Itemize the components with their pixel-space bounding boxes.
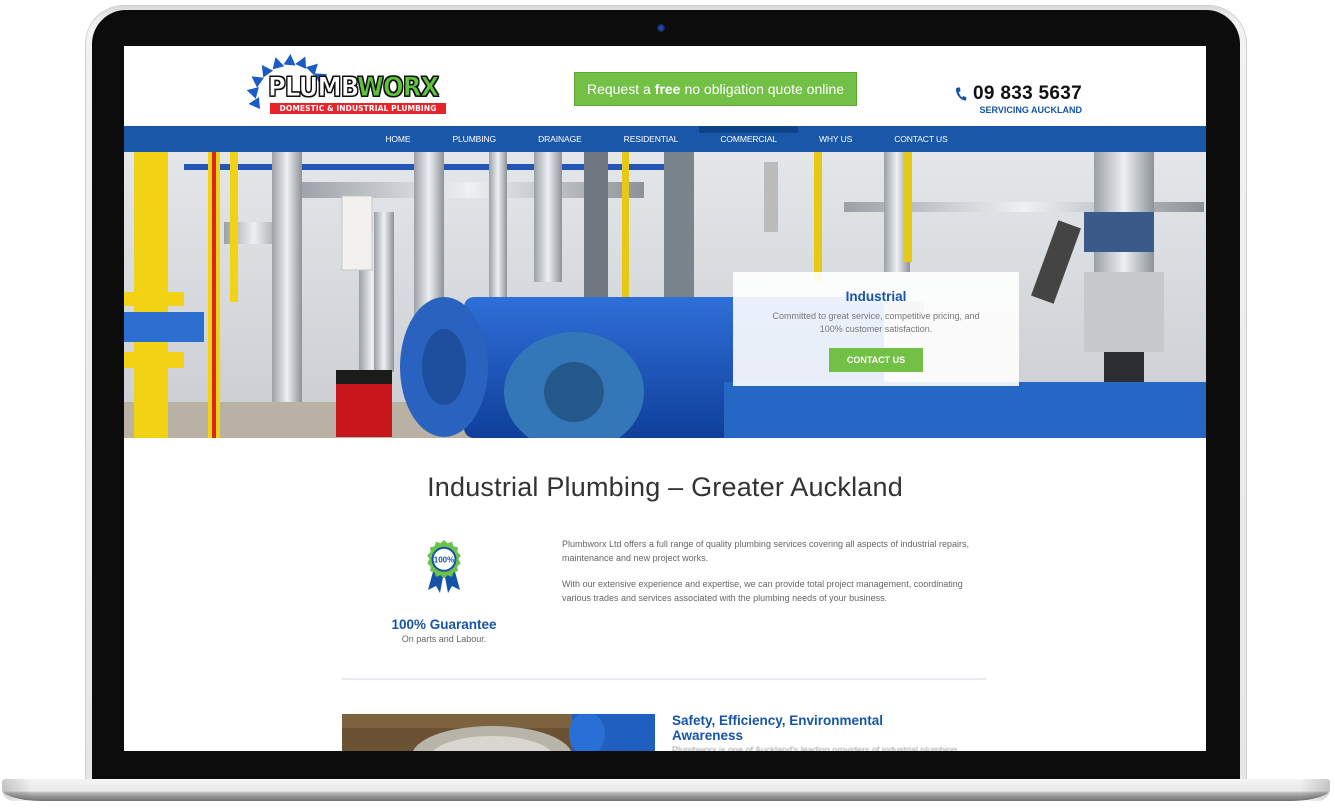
hero-banner: Industrial Committed to great service, c…	[124, 152, 1206, 438]
intro-paragraph: Plumbworx Ltd offers a full range of qua…	[562, 539, 970, 563]
intro-text: Plumbworx Ltd offers a full range of qua…	[562, 537, 982, 605]
award-ribbon-icon: 100%	[427, 540, 461, 593]
intro-paragraph: With our extensive experience and expert…	[562, 579, 963, 603]
request-quote-button[interactable]: Request a free no obligation quote onlin…	[574, 72, 857, 106]
feature-title: Safety, Efficiency, Environmental Awaren…	[672, 713, 884, 743]
badge-percent-text: 100%	[434, 555, 454, 564]
webcam-icon	[657, 24, 665, 32]
guarantee-block: 100% 100% Guarantee On parts and Labour.	[368, 538, 520, 644]
hero-title: Industrial	[845, 289, 907, 304]
main-nav: HOME PLUMBING DRAINAGE RESIDENTIAL COMME…	[124, 126, 1206, 152]
nav-item-residential[interactable]: RESIDENTIAL	[603, 126, 700, 152]
page-title: Industrial Plumbing – Greater Auckland	[427, 472, 903, 502]
hero-plant-room-image	[124, 152, 1206, 438]
logo-wordmark: PLUMBWORX	[268, 72, 440, 103]
laptop-base	[2, 779, 1330, 801]
hero-description: Committed to great service, competitive …	[772, 311, 980, 334]
phone-icon	[955, 87, 967, 101]
logo-tagline: DOMESTIC & INDUSTRIAL PLUMBING	[270, 103, 446, 114]
hero-card: Industrial Committed to great service, c…	[733, 272, 1019, 386]
website-screen: PLUMBWORX DOMESTIC & INDUSTRIAL PLUMBING…	[124, 46, 1206, 751]
plumbworx-logo[interactable]: PLUMBWORX DOMESTIC & INDUSTRIAL PLUMBING	[244, 53, 449, 120]
guarantee-subtitle: On parts and Labour.	[401, 634, 487, 644]
site-header: PLUMBWORX DOMESTIC & INDUSTRIAL PLUMBING…	[124, 46, 1206, 126]
phone-number: 09 833 5637	[973, 83, 1082, 104]
hero-contact-button[interactable]: CONTACT US	[829, 348, 923, 372]
nav-item-commercial[interactable]: COMMERCIAL	[699, 126, 798, 152]
feature-text: Plumbworx is one of Auckland's leading p…	[672, 745, 957, 751]
feature-image	[342, 714, 655, 751]
guarantee-title: 100% Guarantee	[391, 617, 497, 632]
nav-item-contact-us[interactable]: CONTACT US	[873, 126, 968, 152]
nav-item-plumbing[interactable]: PLUMBING	[431, 126, 517, 152]
phone-contact[interactable]: 09 833 5637 SERVICING AUCKLAND	[955, 83, 1082, 115]
nav-item-home[interactable]: HOME	[364, 126, 431, 152]
service-area-label: SERVICING AUCKLAND	[979, 105, 1082, 115]
nav-item-drainage[interactable]: DRAINAGE	[517, 126, 603, 152]
nav-item-why-us[interactable]: WHY US	[798, 126, 873, 152]
section-divider	[342, 678, 986, 680]
